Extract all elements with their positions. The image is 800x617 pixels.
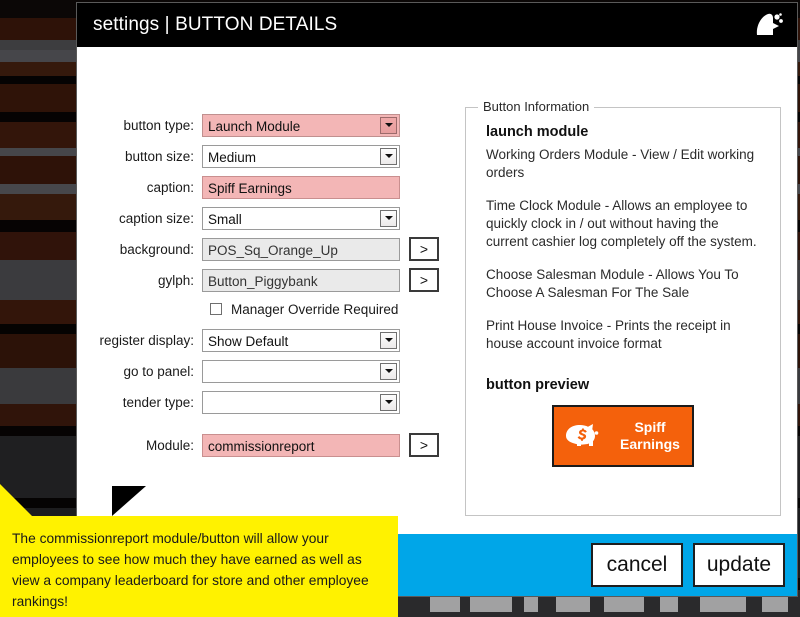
chevron-down-icon[interactable] (380, 209, 397, 227)
label-gylph: gylph: (157, 272, 194, 288)
field-row-register-display: register display: Show Default (99, 328, 461, 352)
button-details-dialog: settings | BUTTON DETAILS button type: L… (76, 2, 798, 597)
chevron-down-icon[interactable] (380, 362, 397, 380)
dialog-body: button type: Launch Module button size: … (77, 47, 797, 534)
info-paragraph-print-house-invoice: Print House Invoice - Prints the receipt… (486, 318, 731, 351)
control-go-to-panel (202, 359, 400, 383)
background-browse-button[interactable]: > (409, 237, 439, 261)
chevron-down-icon[interactable] (380, 393, 397, 411)
button-size-value: Medium (208, 149, 257, 165)
chevron-down-icon[interactable] (380, 116, 397, 134)
tender-type-select[interactable] (202, 390, 400, 414)
field-row-tender-type: tender type: (99, 390, 461, 414)
dialog-titlebar: settings | BUTTON DETAILS (77, 3, 797, 47)
callout-corner-fill (0, 484, 34, 518)
form-spacer (99, 421, 461, 433)
button-size-select[interactable]: Medium (202, 144, 400, 168)
label-module: Module: (145, 437, 194, 453)
chevron-down-icon[interactable] (380, 331, 397, 349)
manager-override-checkbox[interactable] (210, 303, 222, 315)
gylph-input[interactable]: Button_Piggybank (202, 268, 400, 292)
button-preview-area: Spiff Earnings (482, 405, 764, 467)
register-display-value: Show Default (208, 333, 289, 349)
background-blurred-text (470, 596, 512, 612)
field-row-go-to-panel: go to panel: (99, 359, 461, 383)
info-paragraph-time-clock: Time Clock Module - Allows an employee t… (486, 198, 757, 249)
field-row-button-type: button type: Launch Module (99, 113, 461, 137)
app-logo-icon (751, 9, 785, 41)
info-paragraph-choose-salesman: Choose Salesman Module - Allows You To C… (486, 267, 739, 300)
info-paragraph-working-orders: Working Orders Module - View / Edit work… (486, 147, 755, 180)
info-heading: launch module (486, 124, 589, 140)
module-input[interactable]: commissionreport (202, 433, 400, 457)
field-row-caption-size: caption size: Small (99, 206, 461, 230)
field-row-background: background: POS_Sq_Orange_Up > (99, 237, 461, 261)
manager-override-label: Manager Override Required (231, 301, 399, 317)
control-caption-size: Small (202, 206, 400, 230)
update-button[interactable]: update (693, 543, 785, 587)
callout-pointer (112, 486, 146, 516)
background-blurred-text (604, 596, 644, 612)
field-row-module: Module: commissionreport > (99, 433, 461, 457)
module-browse-button[interactable]: > (409, 433, 439, 457)
label-background: background: (119, 241, 194, 257)
manager-override-row[interactable]: Manager Override Required (210, 299, 461, 319)
background-blurred-text (700, 596, 746, 612)
button-information-legend: Button Information (478, 99, 595, 114)
button-preview-heading: button preview (486, 377, 590, 393)
background-blurred-text (762, 596, 788, 612)
label-caption-size: caption size: (118, 210, 194, 226)
button-preview-label: Spiff Earnings (620, 419, 680, 452)
label-button-size: button size: (124, 148, 194, 164)
background-blurred-text (660, 596, 678, 612)
field-row-caption: caption: Spiff Earnings (99, 175, 461, 199)
button-settings-form: button type: Launch Module button size: … (91, 63, 461, 534)
caption-input[interactable]: Spiff Earnings (202, 175, 400, 199)
label-go-to-panel: go to panel: (123, 363, 194, 379)
control-background: POS_Sq_Orange_Up (202, 237, 400, 261)
label-button-type: button type: (123, 117, 194, 133)
go-to-panel-select[interactable] (202, 359, 400, 383)
label-tender-type: tender type: (122, 394, 194, 410)
background-blurred-text (524, 596, 538, 612)
field-row-button-size: button size: Medium (99, 144, 461, 168)
caption-size-value: Small (208, 211, 242, 227)
control-module: commissionreport (202, 433, 400, 457)
control-button-type: Launch Module (202, 113, 400, 137)
background-blurred-text (430, 596, 460, 612)
label-register-display: register display: (99, 332, 194, 348)
gylph-browse-button[interactable]: > (409, 268, 439, 292)
label-caption: caption: (146, 179, 194, 195)
control-register-display: Show Default (202, 328, 400, 352)
register-display-select[interactable]: Show Default (202, 328, 400, 352)
button-type-value: Launch Module (208, 118, 301, 134)
background-blurred-text (556, 596, 590, 612)
cancel-button[interactable]: cancel (591, 543, 683, 587)
control-button-size: Medium (202, 144, 400, 168)
button-information-panel: Button Information launch module Working… (465, 99, 781, 516)
page-title: settings | BUTTON DETAILS (93, 14, 338, 35)
annotation-callout: The commissionreport module/button will … (0, 516, 398, 617)
control-gylph: Button_Piggybank (202, 268, 400, 292)
button-preview[interactable]: Spiff Earnings (552, 405, 694, 467)
piggybank-dollar-icon (562, 416, 602, 457)
control-caption: Spiff Earnings (202, 175, 400, 199)
button-type-select[interactable]: Launch Module (202, 113, 400, 137)
control-tender-type (202, 390, 400, 414)
annotation-text: The commissionreport module/button will … (12, 531, 373, 609)
field-row-gylph: gylph: Button_Piggybank > (99, 268, 461, 292)
caption-size-select[interactable]: Small (202, 206, 400, 230)
chevron-down-icon[interactable] (380, 147, 397, 165)
background-input[interactable]: POS_Sq_Orange_Up (202, 237, 400, 261)
